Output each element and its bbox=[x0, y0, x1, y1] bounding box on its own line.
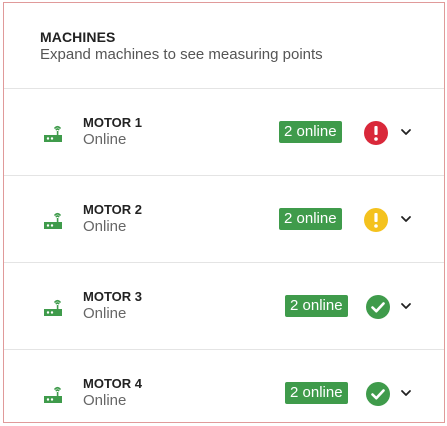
machine-name: MOTOR 2 bbox=[83, 202, 142, 217]
online-count-badge: 2 online bbox=[279, 208, 342, 230]
chevron-down-icon[interactable] bbox=[399, 299, 413, 313]
warning-exclamation-icon bbox=[364, 208, 388, 232]
machine-status: Online bbox=[83, 392, 127, 409]
machine-row-motor-4[interactable]: MOTOR 4 Online 2 online bbox=[4, 350, 444, 422]
machines-panel: MACHINES Expand machines to see measurin… bbox=[3, 2, 445, 423]
panel-title: MACHINES bbox=[40, 29, 116, 45]
wireless-sensor-icon bbox=[44, 299, 62, 316]
machine-name: MOTOR 3 bbox=[83, 289, 142, 304]
machine-status: Online bbox=[83, 305, 127, 322]
machine-status: Online bbox=[83, 131, 127, 148]
chevron-down-icon[interactable] bbox=[399, 386, 413, 400]
chevron-down-icon[interactable] bbox=[399, 212, 413, 226]
panel-subtitle: Expand machines to see measuring points bbox=[40, 46, 323, 63]
check-circle-icon bbox=[366, 295, 390, 319]
machine-row-motor-1[interactable]: MOTOR 1 Online 2 online bbox=[4, 89, 444, 176]
machine-name: MOTOR 4 bbox=[83, 376, 142, 391]
machine-status: Online bbox=[83, 218, 127, 235]
alarm-exclamation-icon bbox=[364, 121, 388, 145]
wireless-sensor-icon bbox=[44, 125, 62, 142]
machine-row-motor-3[interactable]: MOTOR 3 Online 2 online bbox=[4, 263, 444, 350]
machine-row-motor-2[interactable]: MOTOR 2 Online 2 online bbox=[4, 176, 444, 263]
online-count-badge: 2 online bbox=[285, 382, 348, 404]
wireless-sensor-icon bbox=[44, 386, 62, 403]
check-circle-icon bbox=[366, 382, 390, 406]
online-count-badge: 2 online bbox=[285, 295, 348, 317]
online-count-badge: 2 online bbox=[279, 121, 342, 143]
wireless-sensor-icon bbox=[44, 212, 62, 229]
chevron-down-icon[interactable] bbox=[399, 125, 413, 139]
machine-name: MOTOR 1 bbox=[83, 115, 142, 130]
panel-header: MACHINES Expand machines to see measurin… bbox=[4, 3, 444, 89]
